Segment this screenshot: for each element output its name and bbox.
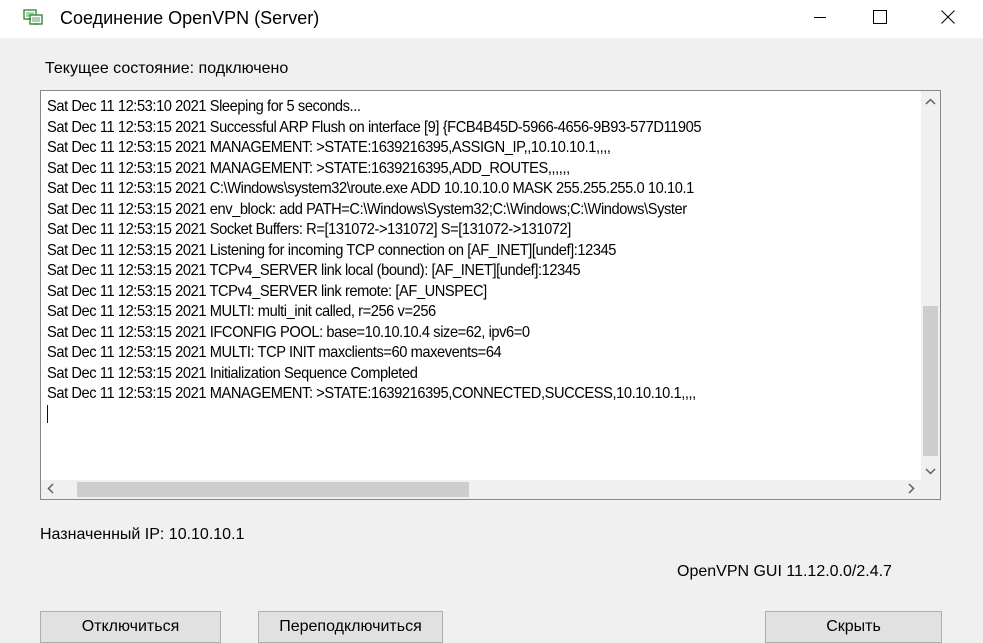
log-textbox[interactable]: Sat Dec 11 12:53:10 2021 Sleeping for 5 … — [40, 90, 941, 500]
log-line: Sat Dec 11 12:53:15 2021 Initialization … — [47, 364, 418, 382]
close-icon — [940, 9, 956, 30]
log-line: Sat Dec 11 12:53:15 2021 IFCONFIG POOL: … — [47, 323, 530, 341]
maximize-icon — [872, 9, 888, 30]
disconnect-button[interactable]: Отключиться — [40, 611, 221, 643]
chevron-right-icon — [908, 481, 915, 499]
log-line: Sat Dec 11 12:53:15 2021 Listening for i… — [47, 241, 617, 259]
horizontal-scroll-thumb[interactable] — [77, 482, 469, 497]
log-line: Sat Dec 11 12:53:15 2021 TCPv4_SERVER li… — [47, 262, 581, 279]
log-line: Sat Dec 11 12:53:15 2021 MULTI: multi_in… — [47, 303, 436, 320]
log-line: Sat Dec 11 12:53:15 2021 MULTI: TCP INIT… — [47, 344, 502, 361]
scrollbar-corner — [921, 480, 940, 499]
log-line: Sat Dec 11 12:53:15 2021 TCPv4_SERVER li… — [47, 282, 487, 300]
scroll-down-button[interactable] — [921, 461, 940, 480]
minimize-icon — [812, 9, 828, 30]
scroll-left-button[interactable] — [41, 480, 60, 499]
log-line: Sat Dec 11 12:53:10 2021 Sleeping for 5 … — [47, 98, 361, 115]
hide-button[interactable]: Скрыть — [765, 611, 942, 643]
close-button[interactable] — [918, 0, 978, 38]
log-line: Sat Dec 11 12:53:15 2021 env_block: add … — [47, 200, 687, 218]
window-title: Соединение OpenVPN (Server) — [60, 8, 320, 28]
vertical-scrollbar[interactable] — [921, 91, 940, 480]
minimize-button[interactable] — [790, 0, 850, 38]
chevron-up-icon — [925, 92, 936, 110]
text-caret-line — [47, 405, 870, 426]
log-line: Sat Dec 11 12:53:15 2021 MANAGEMENT: >ST… — [47, 385, 696, 402]
vertical-scroll-thumb[interactable] — [923, 306, 938, 456]
maximize-button[interactable] — [850, 0, 910, 38]
reconnect-button[interactable]: Переподключиться — [258, 611, 443, 643]
text-caret — [47, 405, 48, 424]
log-line: Sat Dec 11 12:53:15 2021 C:\Windows\syst… — [47, 180, 694, 197]
chevron-down-icon — [925, 462, 936, 480]
log-line: Sat Dec 11 12:53:15 2021 MANAGEMENT: >ST… — [47, 139, 611, 156]
log-line: Sat Dec 11 12:53:15 2021 MANAGEMENT: >ST… — [47, 159, 570, 177]
version-label: OpenVPN GUI 11.12.0.0/2.4.7 — [677, 563, 892, 580]
openvpn-connection-window: Соединение OpenVPN (Server) Текущее сост… — [0, 0, 983, 643]
scroll-right-button[interactable] — [902, 480, 921, 499]
log-line: Sat Dec 11 12:53:15 2021 Socket Buffers:… — [47, 221, 571, 238]
network-monitor-icon — [22, 9, 44, 27]
assigned-ip-label: Назначенный IP: 10.10.10.1 — [40, 526, 245, 543]
chevron-left-icon — [47, 481, 54, 499]
current-status-label: Текущее состояние: подключено — [45, 60, 289, 77]
scroll-up-button[interactable] — [921, 91, 940, 110]
log-lines: Sat Dec 11 12:53:10 2021 Sleeping for 5 … — [47, 97, 923, 467]
horizontal-scrollbar[interactable] — [41, 480, 921, 499]
log-line: Sat Dec 11 12:53:15 2021 Successful ARP … — [47, 118, 702, 136]
title-bar[interactable]: Соединение OpenVPN (Server) — [0, 0, 983, 38]
